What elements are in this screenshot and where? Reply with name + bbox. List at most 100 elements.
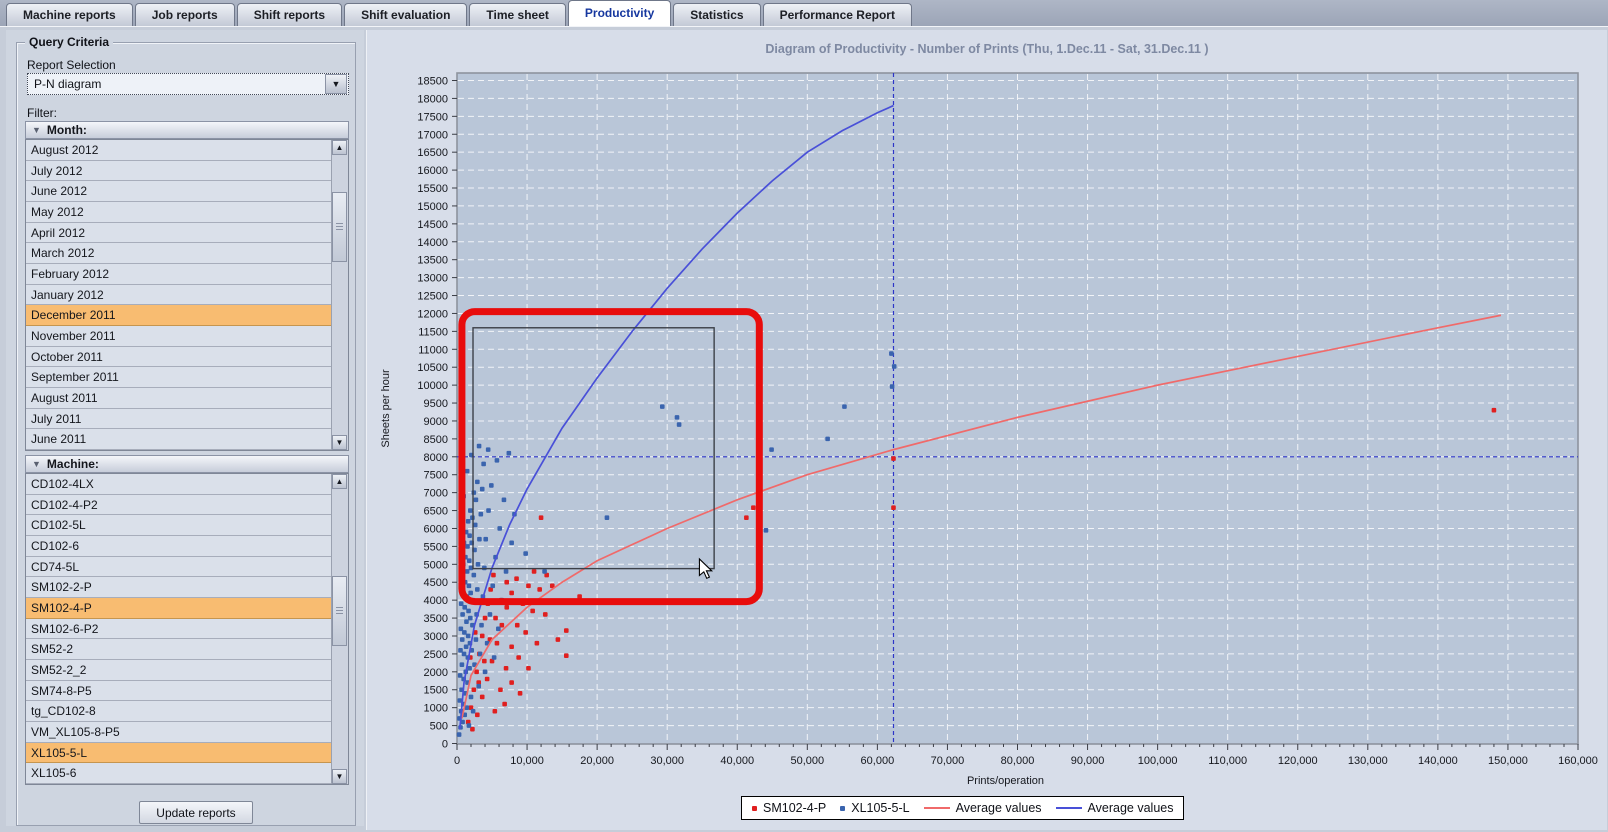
machine-scrollbar-thumb[interactable] bbox=[332, 576, 347, 646]
scroll-down-icon[interactable]: ▼ bbox=[332, 769, 347, 784]
machine-list-item[interactable]: CD102-5L bbox=[26, 515, 331, 537]
y-tick-label: 6000 bbox=[424, 523, 448, 535]
machine-list-item[interactable]: CD102-4-P2 bbox=[26, 494, 331, 516]
y-tick-label: 3000 bbox=[424, 631, 448, 643]
data-point-XL105-5-L bbox=[659, 404, 665, 409]
legend-line-marker bbox=[923, 807, 950, 809]
month-list-item[interactable]: April 2012 bbox=[26, 222, 331, 244]
machine-list-item[interactable]: XL105-6 bbox=[26, 763, 331, 785]
month-list-item[interactable]: February 2012 bbox=[26, 264, 331, 285]
data-point-SM102-4-P bbox=[1491, 407, 1497, 413]
y-tick-label: 2500 bbox=[424, 649, 448, 661]
machine-list-item[interactable]: CD102-6 bbox=[26, 536, 331, 557]
tab-shift-reports[interactable]: Shift reports bbox=[236, 3, 343, 26]
combobox-dropdown-icon[interactable]: ▼ bbox=[325, 74, 347, 94]
data-point-SM102-4-P bbox=[509, 680, 514, 685]
scroll-up-icon[interactable]: ▲ bbox=[332, 474, 347, 489]
data-point-XL105-5-L bbox=[676, 422, 682, 427]
machine-list-item[interactable]: SM102-4-P bbox=[26, 598, 331, 619]
tab-statistics[interactable]: Statistics bbox=[673, 3, 761, 26]
update-reports-button[interactable]: Update reports bbox=[139, 801, 253, 824]
month-list-item[interactable]: July 2011 bbox=[26, 408, 331, 430]
machine-list-item[interactable]: SM74-8-P5 bbox=[26, 680, 331, 702]
machine-list-item[interactable]: XL105-5-L bbox=[26, 742, 331, 764]
machine-scrollbar[interactable]: ▲ ▼ bbox=[331, 474, 348, 784]
data-point-SM102-4-P bbox=[504, 579, 510, 585]
tab-performance-report[interactable]: Performance Report bbox=[762, 3, 912, 26]
month-list-item[interactable]: May 2012 bbox=[26, 202, 331, 223]
legend-line-marker bbox=[1055, 807, 1082, 809]
legend-item: Average values bbox=[923, 801, 1042, 815]
tab-job-reports[interactable]: Job reports bbox=[134, 3, 235, 26]
machine-list-item[interactable]: CD102-4LX bbox=[26, 474, 331, 495]
y-tick-label: 15500 bbox=[417, 183, 448, 195]
tab-time-sheet[interactable]: Time sheet bbox=[469, 3, 566, 26]
data-point-XL105-5-L bbox=[466, 723, 472, 728]
y-tick-label: 18000 bbox=[417, 93, 448, 105]
month-list-item[interactable]: July 2012 bbox=[26, 160, 331, 182]
machine-list-item[interactable]: tg_CD102-8 bbox=[26, 701, 331, 723]
machine-list-item[interactable]: SM102-2-P bbox=[26, 577, 331, 599]
month-list-item[interactable]: September 2011 bbox=[26, 367, 331, 389]
y-tick-label: 5500 bbox=[424, 541, 448, 553]
x-tick-label: 0 bbox=[454, 755, 460, 767]
month-list-item[interactable]: October 2011 bbox=[26, 346, 331, 368]
y-tick-label: 17000 bbox=[417, 129, 448, 141]
data-point-SM102-4-P bbox=[504, 605, 510, 610]
month-section-header[interactable]: ▼ Month: bbox=[25, 121, 349, 139]
y-tick-label: 16000 bbox=[417, 165, 448, 177]
tab-machine-reports[interactable]: Machine reports bbox=[6, 3, 133, 26]
machine-list-item[interactable]: SM52-2 bbox=[26, 639, 331, 661]
x-tick-label: 20,000 bbox=[580, 755, 614, 767]
machine-list-item[interactable]: SM102-6-P2 bbox=[26, 618, 331, 640]
data-point-SM102-4-P bbox=[509, 590, 514, 596]
data-point-SM102-4-P bbox=[498, 687, 503, 693]
month-list-item[interactable]: June 2012 bbox=[26, 181, 331, 203]
y-tick-label: 6500 bbox=[424, 506, 448, 518]
y-tick-label: 15000 bbox=[417, 201, 448, 213]
data-point-SM102-4-P bbox=[479, 694, 485, 700]
y-tick-label: 8500 bbox=[424, 434, 448, 446]
machine-section-header[interactable]: ▼ Machine: bbox=[25, 455, 349, 473]
month-scrollbar-thumb[interactable] bbox=[332, 192, 347, 262]
data-point-XL105-5-L bbox=[471, 490, 477, 495]
month-list-item[interactable]: December 2011 bbox=[26, 305, 331, 327]
y-tick-label: 3500 bbox=[424, 613, 448, 625]
data-point-SM102-4-P bbox=[514, 622, 520, 628]
data-point-XL105-5-L bbox=[464, 619, 469, 624]
data-point-XL105-5-L bbox=[482, 669, 488, 675]
legend-item: SM102-4-P bbox=[752, 801, 826, 815]
y-tick-label: 12500 bbox=[417, 291, 448, 303]
report-selection-combobox[interactable]: P-N diagram ▼ bbox=[27, 73, 349, 95]
data-point-XL105-5-L bbox=[464, 569, 470, 574]
machine-list-item[interactable]: VM_XL105-8-P5 bbox=[26, 722, 331, 743]
machine-list-item[interactable]: CD74-5L bbox=[26, 556, 331, 578]
x-tick-label: 120,000 bbox=[1278, 755, 1318, 767]
application-window: Machine reports Job reports Shift reports S… bbox=[0, 0, 1608, 832]
data-point-XL105-5-L bbox=[501, 497, 507, 503]
month-list-item[interactable]: August 2012 bbox=[26, 140, 331, 161]
data-point-SM102-4-P bbox=[503, 665, 509, 671]
data-point-XL105-5-L bbox=[476, 683, 482, 689]
x-tick-label: 70,000 bbox=[931, 755, 965, 767]
report-selection-value: P-N diagram bbox=[34, 77, 102, 91]
query-criteria-panel: Query Criteria Report Selection P-N diag… bbox=[6, 30, 364, 826]
month-list-item[interactable]: August 2011 bbox=[26, 388, 331, 409]
data-point-XL105-5-L bbox=[465, 544, 470, 549]
scroll-down-icon[interactable]: ▼ bbox=[332, 435, 347, 450]
data-point-XL105-5-L bbox=[481, 461, 486, 467]
month-list-item[interactable]: June 2011 bbox=[26, 429, 331, 451]
x-tick-label: 150,000 bbox=[1488, 755, 1528, 767]
scroll-up-icon[interactable]: ▲ bbox=[332, 140, 347, 155]
month-scrollbar[interactable]: ▲ ▼ bbox=[331, 140, 348, 450]
data-point-XL105-5-L bbox=[465, 633, 471, 639]
month-list-item[interactable]: March 2012 bbox=[26, 243, 331, 265]
data-point-SM102-4-P bbox=[482, 615, 488, 621]
month-list-item[interactable]: January 2012 bbox=[26, 284, 331, 306]
legend-label: Average values bbox=[955, 801, 1042, 815]
tab-shift-evaluation[interactable]: Shift evaluation bbox=[344, 3, 468, 26]
machine-list-item[interactable]: SM52-2_2 bbox=[26, 660, 331, 681]
month-list-item[interactable]: November 2011 bbox=[26, 326, 331, 347]
query-criteria-title: Query Criteria bbox=[25, 35, 114, 49]
tab-productivity[interactable]: Productivity bbox=[567, 0, 672, 26]
